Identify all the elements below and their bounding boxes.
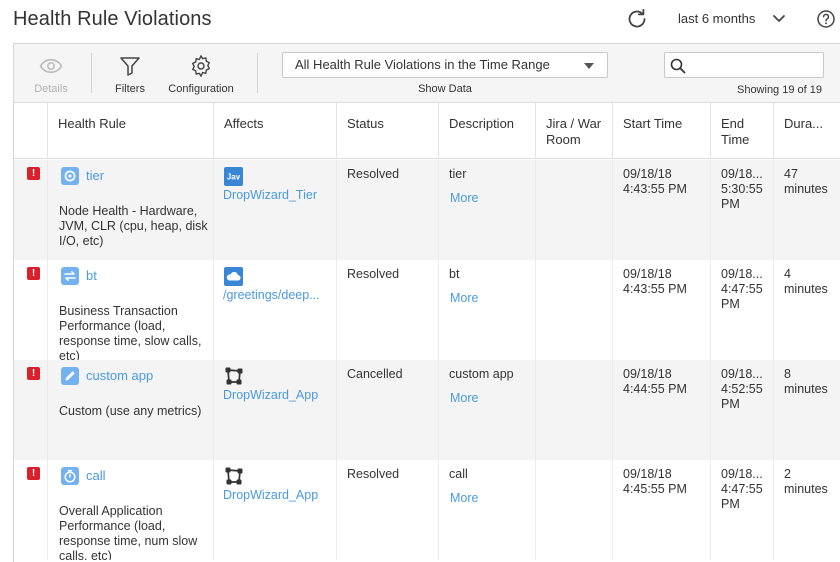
description-text: call — [449, 467, 468, 481]
duration-text: 8 minutes — [784, 367, 828, 396]
column-header-end-time[interactable]: End Time — [710, 103, 774, 159]
tier-icon — [61, 167, 79, 185]
refresh-icon[interactable] — [625, 7, 649, 31]
start-time: 09/18/18 4:43:55 PM — [623, 167, 687, 196]
status-text: Resolved — [347, 267, 400, 281]
show-data-label: Show Data — [418, 83, 472, 95]
violation-filter-select[interactable]: All Health Rule Violations in the Time R… — [282, 52, 608, 78]
chevron-down-icon[interactable] — [772, 12, 786, 24]
column-header-description[interactable]: Description — [438, 103, 534, 159]
java-icon-text: Jav — [227, 173, 241, 182]
duration-text: 2 minutes — [784, 467, 828, 496]
violation-filter-value: All Health Rule Violations in the Time R… — [295, 57, 550, 72]
caret-down-icon — [584, 63, 594, 69]
eye-icon — [39, 54, 63, 78]
status-text: Cancelled — [347, 367, 403, 381]
status-text: Resolved — [347, 467, 400, 481]
health-rule-description: Overall Application Performance (load, r… — [59, 504, 198, 560]
app-nodes-icon — [224, 366, 244, 386]
search-box[interactable] — [664, 52, 824, 78]
details-label: Details — [34, 83, 68, 95]
table-row[interactable]: ! bt Business Transaction Performance (l… — [14, 260, 840, 360]
gear-icon — [189, 54, 213, 78]
health-rule-description: Business Transaction Performance (load, … — [59, 304, 202, 360]
affects-link[interactable]: DropWizard_App — [223, 488, 327, 502]
transaction-icon — [61, 267, 79, 285]
end-time: 09/18... 4:47:55 PM — [721, 267, 763, 311]
configuration-button[interactable]: Configuration — [162, 44, 240, 103]
details-button[interactable]: Details — [14, 44, 88, 103]
page-header: Health Rule Violations last 6 months — [0, 0, 840, 40]
health-rule-description: Node Health - Hardware, JVM, CLR (cpu, h… — [59, 204, 208, 248]
search-input[interactable] — [691, 56, 819, 74]
end-time: 09/18... 5:30:55 PM — [721, 167, 763, 211]
table-row[interactable]: ! custom app Custom (use any metrics) Dr… — [14, 360, 840, 460]
cloud-icon — [224, 267, 243, 286]
description-text: custom app — [449, 367, 514, 381]
more-link[interactable]: More — [450, 491, 478, 505]
health-rule-link[interactable]: custom app — [86, 368, 153, 383]
pencil-icon — [61, 367, 79, 385]
table-row[interactable]: ! tier Node Health - Hardware, JVM, CLR … — [14, 160, 840, 260]
more-link[interactable]: More — [450, 391, 478, 405]
jira-cell — [535, 160, 612, 260]
duration-text: 4 minutes — [784, 267, 828, 296]
table-row[interactable]: ! call Overall Application Performance (… — [14, 460, 840, 560]
funnel-icon — [118, 54, 142, 78]
jira-cell — [535, 460, 612, 560]
description-text: bt — [449, 267, 460, 281]
end-time: 09/18... 4:47:55 PM — [721, 467, 763, 511]
app-nodes-icon — [224, 466, 244, 486]
help-icon[interactable] — [816, 9, 836, 29]
error-badge-icon: ! — [27, 167, 40, 180]
health-rule-link[interactable]: call — [86, 468, 106, 483]
more-link[interactable]: More — [450, 291, 478, 305]
error-badge-icon: ! — [27, 267, 40, 280]
error-badge-icon: ! — [27, 467, 40, 480]
start-time: 09/18/18 4:45:55 PM — [623, 467, 687, 496]
affects-link[interactable]: DropWizard_Tier — [223, 188, 327, 202]
more-link[interactable]: More — [450, 191, 478, 205]
violations-panel: Details Filters Configuration All Health… — [13, 43, 840, 562]
column-header-status[interactable]: Status — [336, 103, 439, 159]
health-rule-description: Custom (use any metrics) — [59, 404, 202, 418]
affects-link[interactable]: /greetings/deep... — [223, 288, 327, 302]
description-text: tier — [449, 167, 467, 181]
health-rule-link[interactable]: tier — [86, 168, 104, 183]
configuration-label: Configuration — [168, 83, 234, 95]
start-time: 09/18/18 4:43:55 PM — [623, 267, 687, 296]
column-header-affects[interactable]: Affects — [213, 103, 338, 159]
showing-count: Showing 19 of 19 — [736, 84, 822, 96]
jira-cell — [535, 360, 612, 460]
column-header-duration[interactable]: Dura... — [773, 103, 840, 159]
filters-button[interactable]: Filters — [100, 44, 160, 103]
page-title: Health Rule Violations — [13, 8, 212, 30]
toolbar-divider — [91, 53, 92, 93]
search-icon — [670, 58, 686, 74]
duration-text: 47 minutes — [784, 167, 828, 196]
start-time: 09/18/18 4:44:55 PM — [623, 367, 687, 396]
column-header-jira[interactable]: Jira / War Room — [535, 103, 613, 159]
time-range-selector[interactable]: last 6 months — [678, 11, 755, 26]
java-icon: Jav — [224, 167, 243, 186]
filters-label: Filters — [115, 83, 145, 95]
jira-cell — [535, 260, 612, 360]
health-rule-link[interactable]: bt — [86, 268, 97, 283]
affects-link[interactable]: DropWizard_App — [223, 388, 327, 402]
toolbar-divider — [257, 53, 258, 93]
column-header-start-time[interactable]: Start Time — [612, 103, 712, 159]
stopwatch-icon — [61, 467, 79, 485]
column-header-health-rule[interactable]: Health Rule — [47, 103, 218, 159]
status-text: Resolved — [347, 167, 400, 181]
toolbar: Details Filters Configuration All Health… — [14, 44, 840, 103]
error-badge-icon: ! — [27, 367, 40, 380]
end-time: 09/18... 4:52:55 PM — [721, 367, 763, 411]
grid-header: Health Rule Affects Status Description J… — [14, 103, 840, 159]
